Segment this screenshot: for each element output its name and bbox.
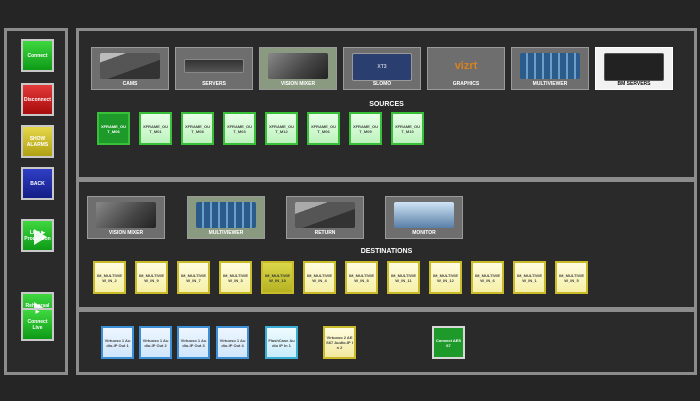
destination-tile[interactable]: IM_MULTIVIE W_IN_3 xyxy=(219,261,252,294)
multiviewer-icon xyxy=(196,202,256,228)
multiviewer-icon xyxy=(520,53,580,79)
destination-tile[interactable]: IM_MULTIVIE W_IN_2 xyxy=(93,261,126,294)
source-category-cams[interactable]: CAMS xyxy=(91,47,169,90)
source-tile[interactable]: XFRAME_OU T_M12 xyxy=(265,112,298,145)
destination-tile[interactable]: IM_MULTIVIE W_IN_1 xyxy=(513,261,546,294)
audio-tile[interactable]: Virtuoso 2 AES67 Audio-IP In 2 xyxy=(323,326,356,359)
destinations-panel: VISION MIXER MULTIVIEWER RETURN MONITOR … xyxy=(76,179,697,310)
vision-mixer-icon xyxy=(96,202,156,228)
monitor-icon xyxy=(394,202,454,228)
destination-category-monitor[interactable]: MONITOR xyxy=(385,196,463,239)
destination-tile[interactable]: IM_MULTIVIE W_IN_10 xyxy=(261,261,294,294)
sources-title: SOURCES xyxy=(369,101,404,108)
audio-tile[interactable]: Virtuoso 1 Audio-IP Out 1 xyxy=(101,326,134,359)
disconnect-button[interactable]: Disconnect xyxy=(21,83,54,116)
destination-tile[interactable]: IM_MULTIVIE W_IN_12 xyxy=(429,261,462,294)
camera-icon xyxy=(100,53,160,79)
audio-tile[interactable]: Virtuoso 1 Audio-IP Out 2 xyxy=(139,326,172,359)
source-tile[interactable]: XFRAME_OU T_M06 xyxy=(307,112,340,145)
return-camera-icon xyxy=(295,202,355,228)
source-tile[interactable]: XFRAME_OU T_M03 xyxy=(223,112,256,145)
destination-category-multiviewer[interactable]: MULTIVIEWER xyxy=(187,196,265,239)
destination-tile[interactable]: IM_MULTIVIE W_IN_11 xyxy=(387,261,420,294)
destination-category-vision-mixer[interactable]: VISION MIXER xyxy=(87,196,165,239)
connect-aes67-button[interactable]: Connect AES67 xyxy=(432,326,465,359)
source-category-vision-mixer[interactable]: VISION MIXER xyxy=(259,47,337,90)
bm-server-icon xyxy=(604,53,664,81)
audio-tile[interactable]: Virtuoso 1 Audio-IP Out 4 xyxy=(216,326,249,359)
source-tile[interactable]: XFRAME_OU T_M08 xyxy=(181,112,214,145)
destination-tile[interactable]: IM_MULTIVIE W_IN_9 xyxy=(135,261,168,294)
source-category-bm-servers[interactable]: BM SERVERS xyxy=(595,47,673,90)
source-category-servers[interactable]: SERVERS xyxy=(175,47,253,90)
destination-tile[interactable]: IM_MULTIVIE W_IN_7 xyxy=(177,261,210,294)
source-category-graphics[interactable]: vizrt GRAPHICS xyxy=(427,47,505,90)
live-production-button[interactable]: Live ▶ Production xyxy=(21,219,54,252)
server-icon xyxy=(184,59,244,73)
source-tile[interactable]: XFRAME_OU T_M09 xyxy=(349,112,382,145)
source-tile[interactable]: XFRAME_OU T_M01 xyxy=(139,112,172,145)
connect-button[interactable]: Connect xyxy=(21,39,54,72)
vision-mixer-icon xyxy=(268,53,328,79)
audio-panel: Virtuoso 1 Audio-IP Out 1 Virtuoso 1 Aud… xyxy=(76,309,697,375)
audio-tile[interactable]: FlashCase Audio IP In 1 xyxy=(265,326,298,359)
sidebar-panel: Connect Disconnect SHOW ALARMS BACK Live… xyxy=(4,28,68,375)
slomo-icon: XT3 xyxy=(352,53,412,81)
audio-tile[interactable]: Virtuoso 1 Audio-IP Out 3 xyxy=(177,326,210,359)
destination-tile[interactable]: IM_MULTIVIE W_IN_4 xyxy=(303,261,336,294)
destination-tile[interactable]: IM_MULTIVIE W_IN_6 xyxy=(471,261,504,294)
source-category-multiviewer[interactable]: MULTIVIEWER xyxy=(511,47,589,90)
back-button[interactable]: BACK xyxy=(21,167,54,200)
source-category-slomo[interactable]: XT3 SLOMO xyxy=(343,47,421,90)
vizrt-logo-icon: vizrt xyxy=(454,60,478,72)
source-tile[interactable]: XFRAME_OU T_M10 xyxy=(391,112,424,145)
destination-tile[interactable]: IM_MULTIVIE W_IN_8 xyxy=(345,261,378,294)
destination-category-return[interactable]: RETURN xyxy=(286,196,364,239)
destinations-title: DESTINATIONS xyxy=(360,248,413,255)
show-alarms-button[interactable]: SHOW ALARMS xyxy=(21,125,54,158)
source-tile[interactable]: XFRAME_OU T_M06 xyxy=(97,112,130,145)
sources-panel: CAMS SERVERS VISION MIXER XT3 SLOMO vizr… xyxy=(76,28,697,180)
destination-tile[interactable]: IM_MULTIVIE W_IN_5 xyxy=(555,261,588,294)
